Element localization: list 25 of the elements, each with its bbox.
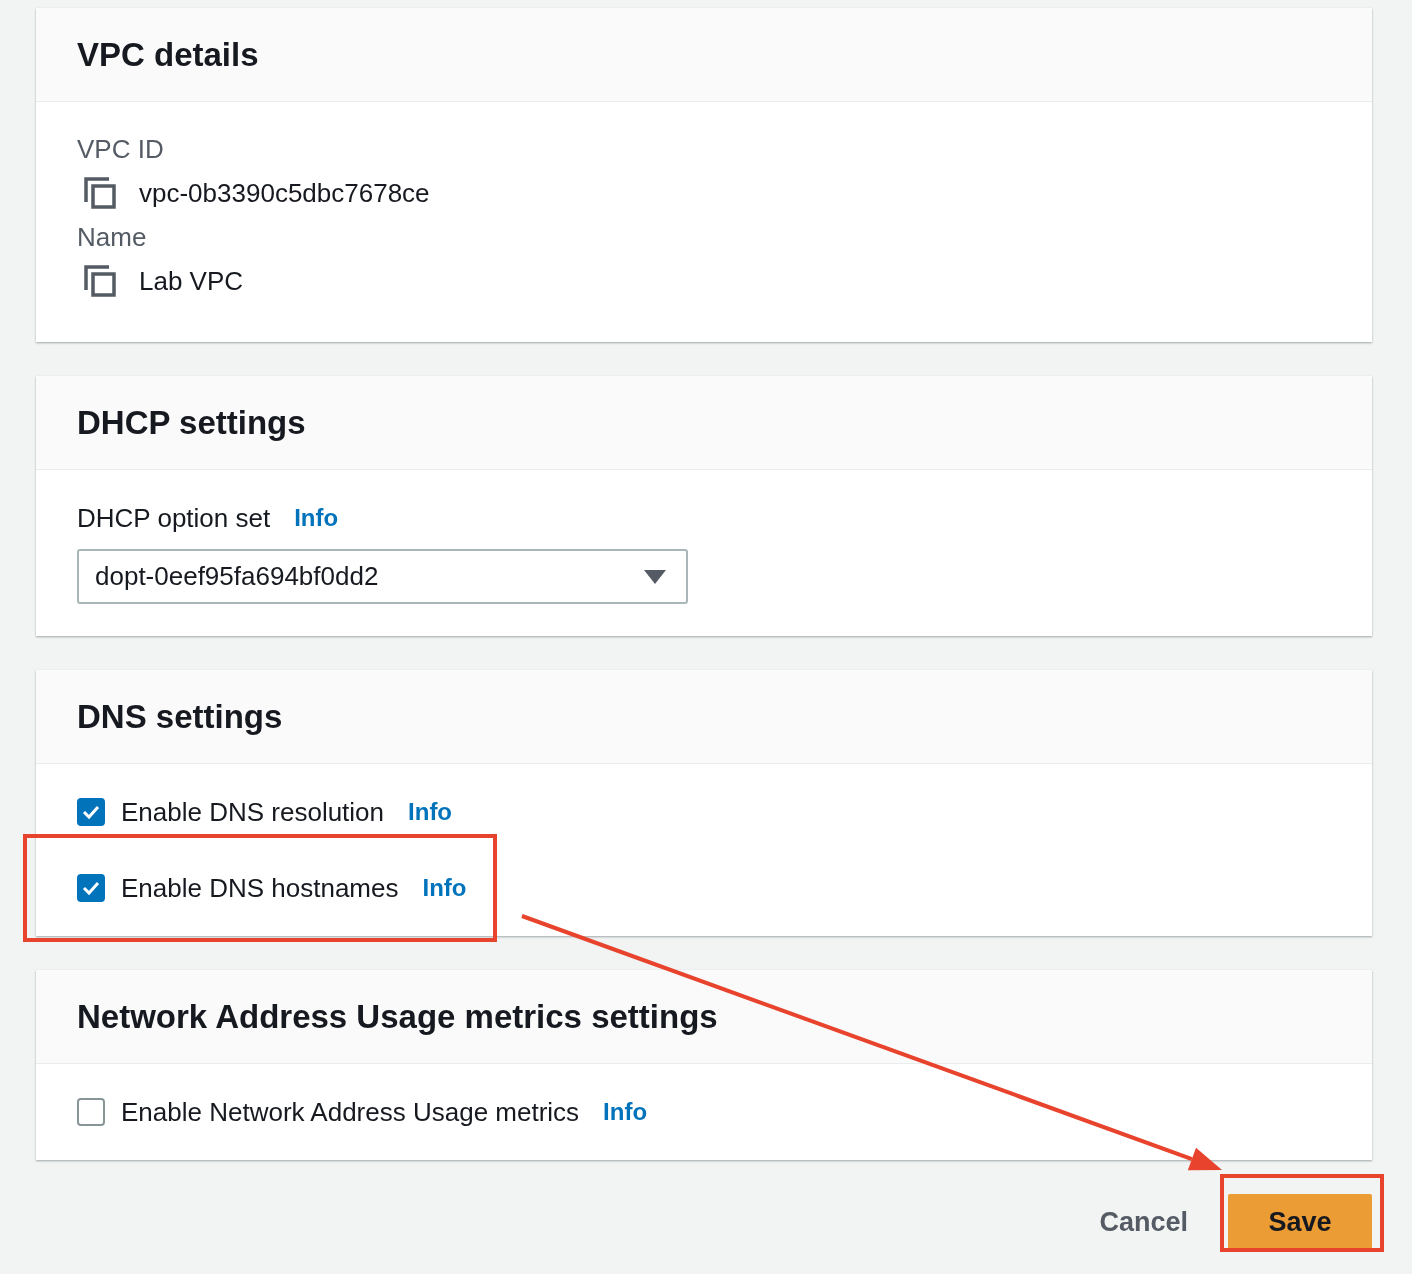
cancel-button[interactable]: Cancel <box>1099 1194 1188 1250</box>
checkbox[interactable] <box>77 798 105 826</box>
field-label: DHCP option set <box>77 501 271 535</box>
checkbox-label: Enable DNS hostnames <box>121 871 399 905</box>
checkbox-label: Enable DNS resolution <box>121 795 385 829</box>
section-title: DNS settings <box>77 696 283 737</box>
section-title: DHCP settings <box>77 402 306 443</box>
info-link[interactable]: Info <box>603 1094 648 1130</box>
caret-icon <box>644 569 666 584</box>
field-value: vpc-0b3390c5dbc7678ce <box>139 176 430 210</box>
field-label: Name <box>77 222 147 252</box>
field-value: Lab VPC <box>139 264 244 298</box>
dropdown[interactable]: dopt-0eef95fa694bf0dd2 <box>77 549 688 604</box>
checkbox[interactable] <box>77 874 105 902</box>
info-link[interactable]: Info <box>294 500 339 536</box>
copy-icon[interactable] <box>83 264 117 298</box>
copy-icon[interactable] <box>83 176 117 210</box>
checkbox[interactable] <box>77 1098 105 1126</box>
info-link[interactable]: Info <box>408 794 453 830</box>
checkbox-label: Enable Network Address Usage metrics <box>121 1095 580 1129</box>
save-button[interactable]: Save <box>1228 1194 1372 1250</box>
field-label: VPC ID <box>77 134 164 164</box>
section-title: Network Address Usage metrics settings <box>77 996 718 1037</box>
info-link[interactable]: Info <box>422 870 467 906</box>
section-title: VPC details <box>77 34 259 75</box>
